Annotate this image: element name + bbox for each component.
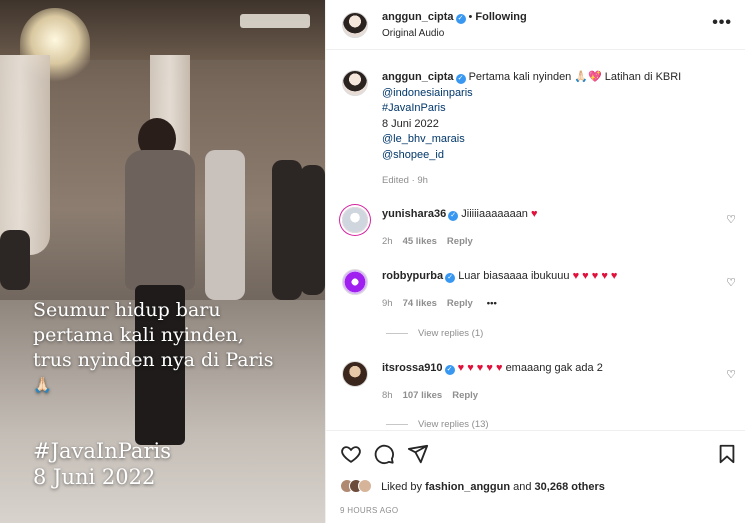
comment-meta: 9h 74 likes Reply ••• bbox=[382, 298, 497, 309]
replies-line bbox=[386, 423, 408, 425]
commenter-avatar[interactable] bbox=[342, 361, 368, 387]
bg-person bbox=[205, 150, 245, 300]
audio-link[interactable]: Original Audio bbox=[382, 28, 444, 39]
comment-likes[interactable]: 107 likes bbox=[403, 390, 443, 401]
overlay-date: 8 Juni 2022 bbox=[33, 465, 156, 489]
comments-section[interactable]: anggun_cipta ✓ Pertama kali nyinden 🙏🏻💖 L… bbox=[326, 51, 745, 429]
view-replies-button[interactable]: View replies (13) bbox=[386, 419, 489, 429]
comment-text: Jiiiiiaaaaaaan bbox=[461, 208, 528, 220]
comment-time: 2h bbox=[382, 236, 393, 247]
comment-text: Luar biasaaaa ibukuuu bbox=[458, 270, 570, 282]
author-avatar[interactable] bbox=[342, 12, 368, 38]
comment-username[interactable]: yunishara36 bbox=[382, 208, 446, 220]
bookmark-icon[interactable] bbox=[716, 443, 738, 465]
reply-button[interactable]: Reply bbox=[447, 298, 473, 309]
liker-avatar bbox=[358, 479, 372, 493]
curtain-left bbox=[0, 55, 50, 255]
view-replies-label: View replies (13) bbox=[418, 419, 489, 429]
caption-date: 8 Juni 2022 bbox=[382, 117, 439, 130]
reply-button[interactable]: Reply bbox=[447, 236, 473, 247]
commenter-avatar[interactable] bbox=[342, 207, 368, 233]
singer-body bbox=[125, 150, 195, 290]
caption-username[interactable]: anggun_cipta bbox=[382, 71, 454, 83]
liked-by: Liked by fashion_anggun and 30,268 other… bbox=[340, 479, 605, 493]
post-video[interactable]: Seumur hidup baru pertama kali nyinden, … bbox=[0, 0, 325, 523]
comment-meta: 2h 45 likes Reply bbox=[382, 236, 473, 247]
comment-likes[interactable]: 45 likes bbox=[403, 236, 437, 247]
commenter-avatar[interactable] bbox=[342, 269, 368, 295]
liked-by-and: and bbox=[513, 481, 532, 493]
comment-time: 8h bbox=[382, 390, 393, 401]
like-comment-heart-icon[interactable]: ♡ bbox=[726, 368, 736, 381]
instagram-post: Seumur hidup baru pertama kali nyinden, … bbox=[0, 0, 745, 523]
overlay-line: Seumur hidup baru bbox=[33, 299, 221, 321]
overlay-line: pertama kali nyinden, bbox=[33, 324, 244, 346]
following-button[interactable]: Following bbox=[475, 11, 526, 23]
verified-icon: ✓ bbox=[448, 211, 459, 221]
liked-by-prefix: Liked by bbox=[381, 481, 423, 493]
share-icon[interactable] bbox=[407, 443, 429, 465]
comment-text-row: yunishara36 ✓ Jiiiiiaaaaaaan ♥ bbox=[382, 208, 712, 221]
heart-emoji: ♥ ♥ ♥ ♥ ♥ bbox=[457, 362, 503, 374]
heart-emoji: ♥ ♥ ♥ ♥ ♥ bbox=[572, 270, 618, 282]
separator: • bbox=[468, 11, 473, 23]
comment-username[interactable]: robbypurba bbox=[382, 270, 443, 282]
view-replies-button[interactable]: View replies (1) bbox=[386, 328, 483, 339]
verified-icon: ✓ bbox=[455, 74, 466, 84]
post-caption: anggun_cipta ✓ Pertama kali nyinden 🙏🏻💖 L… bbox=[382, 70, 722, 189]
like-comment-heart-icon[interactable]: ♡ bbox=[726, 213, 736, 226]
replies-line bbox=[386, 332, 408, 334]
caption-first-line: anggun_cipta ✓ Pertama kali nyinden 🙏🏻💖 L… bbox=[382, 70, 722, 86]
post-panel: anggun_cipta ✓ • Following Original Audio •… bbox=[325, 0, 745, 523]
ceiling-light bbox=[240, 14, 310, 28]
comment-text-row: itsrossa910 ✓ ♥ ♥ ♥ ♥ ♥ emaaang gak ada 2 bbox=[382, 362, 712, 375]
mention-link[interactable]: @le_bhv_marais bbox=[382, 132, 722, 148]
post-header: anggun_cipta ✓ • Following Original Audio •… bbox=[326, 0, 745, 50]
author-username[interactable]: anggun_cipta bbox=[382, 11, 454, 23]
verified-icon: ✓ bbox=[444, 365, 455, 375]
comment-more-icon[interactable]: ••• bbox=[487, 298, 497, 309]
overlay-line: 🙏🏻 bbox=[33, 376, 52, 394]
caption-avatar[interactable] bbox=[342, 70, 368, 96]
comment-text: emaaang gak ada 2 bbox=[505, 362, 603, 374]
comment-time: 9h bbox=[382, 298, 393, 309]
bg-person bbox=[272, 160, 302, 300]
comment-icon[interactable] bbox=[373, 443, 395, 465]
bg-person bbox=[300, 165, 325, 295]
heart-emoji: ♥ bbox=[531, 208, 538, 220]
hashtag-link[interactable]: #JavaInParis bbox=[382, 101, 722, 117]
caption-text: Pertama kali nyinden 🙏🏻💖 Latihan di KBRI bbox=[468, 71, 682, 83]
edited-label: Edited · 9h bbox=[382, 175, 428, 186]
comment-likes[interactable]: 74 likes bbox=[403, 298, 437, 309]
video-hashtag-overlay: #JavaInParis 8 Juni 2022 bbox=[33, 438, 171, 490]
overlay-line: trus nyinden nya di Paris bbox=[33, 349, 274, 371]
more-icon[interactable]: ••• bbox=[712, 14, 732, 32]
post-actions: Liked by fashion_anggun and 30,268 other… bbox=[326, 430, 745, 523]
mention-link[interactable]: @indonesiainparis bbox=[382, 86, 722, 102]
comment-username[interactable]: itsrossa910 bbox=[382, 362, 443, 374]
comment-text-row: robbypurba ✓ Luar biasaaaa ibukuuu ♥ ♥ ♥ … bbox=[382, 270, 712, 283]
verified-icon: ✓ bbox=[445, 273, 456, 283]
comment-meta: 8h 107 likes Reply bbox=[382, 390, 478, 401]
bg-person bbox=[0, 230, 30, 290]
like-comment-heart-icon[interactable]: ♡ bbox=[726, 276, 736, 289]
liked-by-user[interactable]: fashion_anggun bbox=[425, 481, 510, 493]
likes-count[interactable]: 30,268 others bbox=[535, 481, 605, 493]
verified-icon: ✓ bbox=[455, 14, 466, 24]
reply-button[interactable]: Reply bbox=[452, 390, 478, 401]
view-replies-label: View replies (1) bbox=[418, 328, 484, 339]
header-user: anggun_cipta ✓ • Following bbox=[382, 11, 527, 24]
video-caption-overlay: Seumur hidup baru pertama kali nyinden, … bbox=[33, 298, 323, 398]
overlay-hashtag: #JavaInParis bbox=[33, 439, 171, 463]
heart-icon[interactable] bbox=[340, 443, 362, 465]
post-timestamp: 9 HOURS AGO bbox=[340, 506, 399, 515]
mention-link[interactable]: @shopee_id bbox=[382, 148, 722, 164]
